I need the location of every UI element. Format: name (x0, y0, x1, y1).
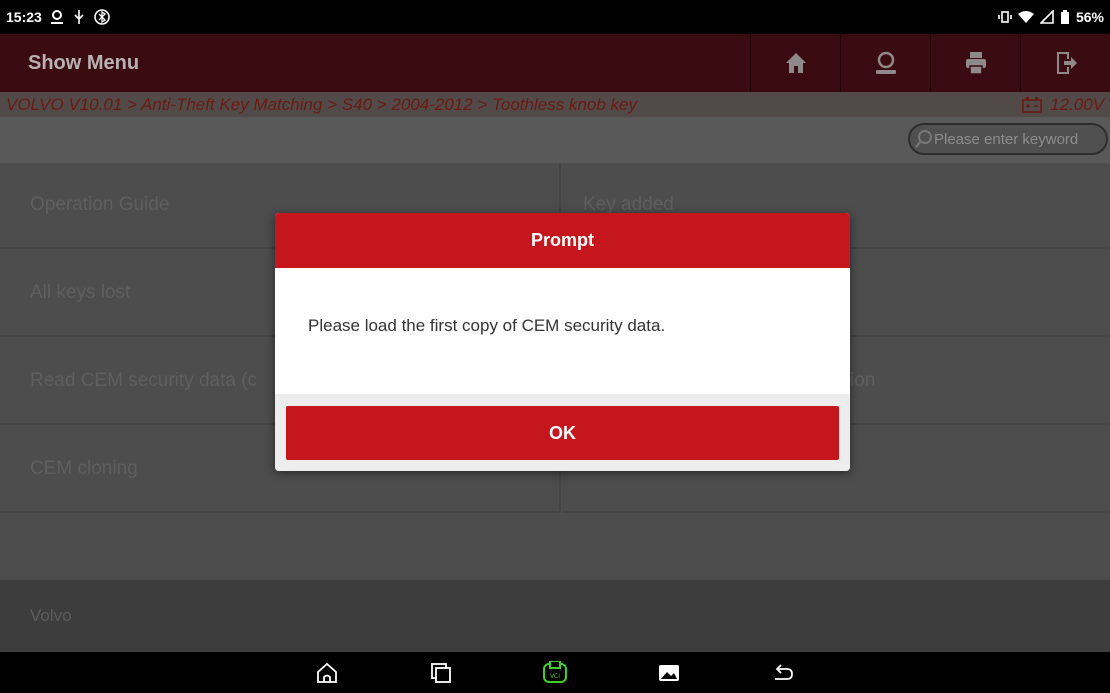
vci-icon: VCI (543, 660, 567, 683)
dialog-message: Please load the first copy of CEM securi… (308, 316, 666, 335)
dialog-footer: OK (275, 394, 850, 471)
image-icon (659, 664, 679, 681)
home-button[interactable] (750, 34, 840, 92)
footer-brand: Volvo (30, 606, 72, 625)
nav-recents-button[interactable] (384, 652, 498, 693)
nav-gallery-button[interactable] (612, 652, 726, 693)
menu-item-label: CEM cloning (30, 458, 138, 479)
user-icon (875, 51, 896, 74)
page-title: Show Menu (28, 51, 140, 74)
status-bar: 15:23 56% (0, 0, 1110, 34)
breadcrumb: VOLVO V10.01 > Anti-Theft Key Matching >… (0, 92, 1110, 117)
prompt-dialog: Prompt Please load the first copy of CEM… (275, 213, 850, 471)
breadcrumb-path: VOLVO V10.01 > Anti-Theft Key Matching >… (6, 94, 637, 114)
home-outline-icon (317, 662, 337, 683)
exit-button[interactable] (1020, 34, 1110, 92)
signal-icon (1039, 10, 1054, 24)
location-icon (50, 10, 63, 24)
nav-back-button[interactable] (726, 652, 840, 693)
battery-icon (1060, 9, 1069, 24)
footer-bar: Volvo (0, 580, 1110, 652)
menu-item-label: Operation Guide (30, 194, 170, 215)
battery-level: 56% (1075, 9, 1104, 25)
nav-vci-button[interactable]: VCI (498, 652, 612, 693)
search-icon (915, 130, 932, 148)
voltage-indicator: 12.00V (1022, 95, 1104, 115)
menu-item-label: All keys lost (30, 282, 131, 303)
user-button[interactable] (840, 34, 930, 92)
svg-text:VCI: VCI (550, 673, 560, 680)
home-icon (785, 53, 806, 73)
nav-home-button[interactable] (270, 652, 384, 693)
usb-icon (74, 10, 84, 24)
dialog-title: Prompt (275, 213, 850, 268)
exit-icon (1056, 52, 1077, 74)
voltage-value: 12.00V (1050, 94, 1104, 114)
menu-item-label: Read CEM security data (c (30, 370, 258, 391)
title-bar: Show Menu (0, 34, 1110, 92)
search-row (0, 117, 1110, 163)
search-input[interactable] (934, 130, 1104, 148)
ok-button[interactable]: OK (286, 406, 839, 460)
search-box[interactable] (908, 123, 1108, 155)
status-time: 15:23 (6, 9, 42, 25)
bluetooth-icon (94, 9, 110, 25)
print-button[interactable] (930, 34, 1020, 92)
menu-item-label: ion (850, 370, 876, 391)
recents-icon (431, 662, 451, 683)
battery-voltage-icon (1022, 96, 1042, 113)
wifi-icon (1017, 11, 1034, 23)
printer-icon (965, 52, 986, 75)
back-icon (775, 663, 793, 680)
vibrate-icon (998, 11, 1012, 23)
screen: 15:23 56% Show Menu VOLVO V10.01 > Anti-… (0, 0, 1110, 693)
navigation-bar: VCI (0, 652, 1110, 693)
